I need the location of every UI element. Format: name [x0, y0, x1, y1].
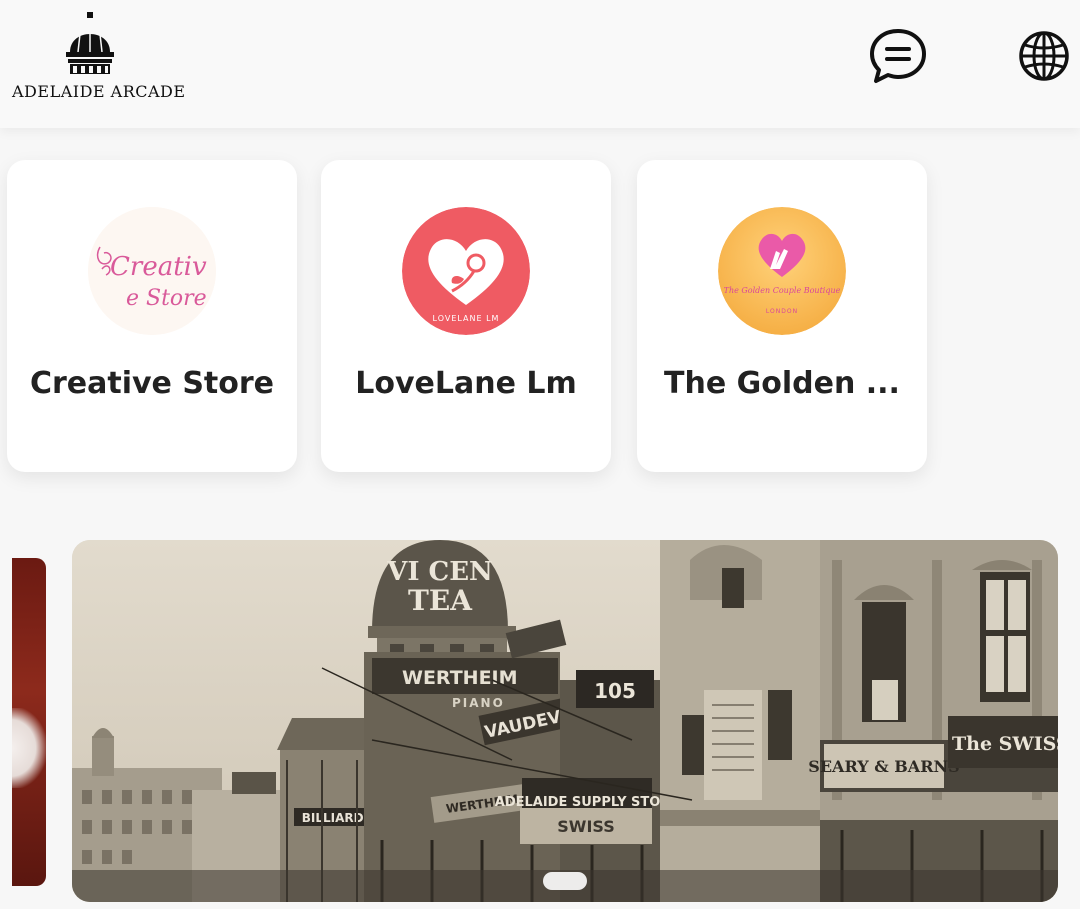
svg-text:TEA: TEA	[408, 584, 473, 617]
golden-couple-logo: The Golden Couple Boutique LONDON	[718, 207, 846, 335]
golden-couple-logo-art: The Golden Couple Boutique LONDON	[718, 207, 846, 335]
store-card-lovelane-lm[interactable]: LOVELANE LM LoveLane Lm	[321, 160, 611, 472]
logo-text: ADELAIDE ARCADE	[12, 82, 186, 101]
svg-text:e Store: e Store	[126, 286, 207, 311]
svg-text:WERTHEIM: WERTHEIM	[402, 667, 518, 689]
store-name: Creative Store	[29, 366, 275, 401]
svg-text:VI CEN: VI CEN	[386, 557, 493, 587]
store-name: The Golden ...	[664, 366, 900, 401]
heritage-banner[interactable]: BILLIARDS VI CEN TEA WERTHEIM PIANO VAUD…	[72, 540, 1058, 902]
svg-text:The Golden Couple Boutique: The Golden Couple Boutique	[724, 286, 841, 295]
svg-text:ADELAIDE SUPPLY STORE: ADELAIDE SUPPLY STORE	[495, 795, 679, 810]
store-list: Creativ e Store Creative Store LOVELANE …	[0, 160, 1080, 472]
svg-text:SWISS: SWISS	[557, 817, 614, 836]
lovelane-logo: LOVELANE LM	[402, 207, 530, 335]
chat-bubble-icon	[870, 29, 926, 83]
svg-text:105: 105	[594, 679, 636, 703]
creative-store-logo-art: Creativ e Store	[88, 207, 216, 335]
svg-text:LONDON: LONDON	[766, 308, 798, 315]
dome-icon	[66, 12, 114, 74]
lovelane-logo-art: LOVELANE LM	[402, 207, 530, 335]
svg-text:LOVELANE LM: LOVELANE LM	[433, 314, 500, 323]
svg-text:The SWISS STO: The SWISS STO	[952, 733, 1058, 755]
adelaide-arcade-logo[interactable]: ADELAIDE ARCADE	[10, 12, 185, 102]
language-button[interactable]	[1012, 24, 1076, 88]
svg-text:Creativ: Creativ	[110, 252, 207, 282]
carousel-previous-slide[interactable]	[12, 558, 46, 886]
svg-text:SEARY & BARNS: SEARY & BARNS	[808, 757, 959, 776]
store-card-the-golden[interactable]: The Golden Couple Boutique LONDON The Go…	[637, 160, 927, 472]
svg-text:PIANO: PIANO	[452, 696, 505, 710]
store-name: LoveLane Lm	[355, 366, 577, 401]
app-header: ADELAIDE ARCADE	[0, 0, 1080, 128]
store-card-creative-store[interactable]: Creativ e Store Creative Store	[7, 160, 297, 472]
chat-button[interactable]	[866, 24, 930, 88]
previous-slide-image	[12, 708, 46, 788]
historic-street-photo: BILLIARDS VI CEN TEA WERTHEIM PIANO VAUD…	[72, 540, 1058, 902]
svg-text:BILLIARDS: BILLIARDS	[302, 811, 373, 825]
carousel-indicator[interactable]	[543, 872, 587, 890]
creative-store-logo: Creativ e Store	[88, 207, 216, 335]
globe-icon	[1019, 31, 1069, 81]
